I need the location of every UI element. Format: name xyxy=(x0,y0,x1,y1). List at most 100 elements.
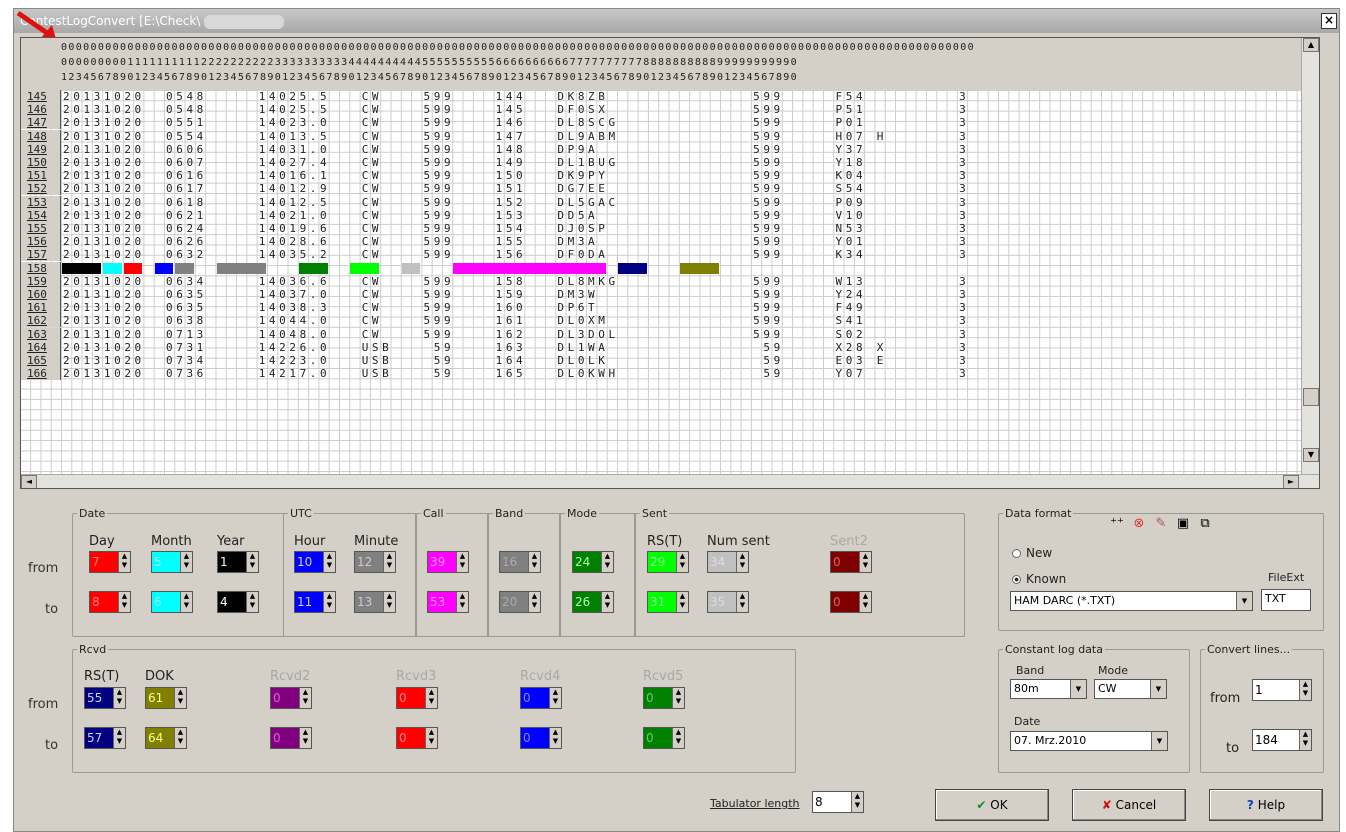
spin-arrows-icon[interactable]: ▲ ▼ xyxy=(676,592,688,612)
spin-arrows-icon[interactable]: ▲ ▼ xyxy=(672,728,684,748)
sent2-to-spinner[interactable]: 0 ▲ ▼ xyxy=(830,591,872,613)
radio-known[interactable]: Known xyxy=(1012,572,1066,586)
minute-from-spinner[interactable]: 12 ▲ ▼ xyxy=(354,551,396,573)
save-icon[interactable]: ▣ xyxy=(1174,515,1192,533)
scroll-up-icon[interactable]: ▲ xyxy=(1303,38,1319,52)
spin-arrows-icon[interactable]: ▲ ▼ xyxy=(383,552,395,572)
date-select[interactable]: 07. Mrz.2010 ▼ xyxy=(1010,731,1168,751)
rst-from-spinner[interactable]: 29 ▲ ▼ xyxy=(647,551,689,573)
table-row[interactable]: 162 20131020 0638 14044.0 CW 599 161 DL0XM 599 S4… xyxy=(21,314,1319,328)
horizontal-scrollbar[interactable]: ◄ ► xyxy=(21,474,1319,488)
spin-arrows-icon[interactable]: ▲ ▼ xyxy=(425,688,437,708)
dok-to-spinner[interactable]: 64 ▲ ▼ xyxy=(145,727,187,749)
hour-from-spinner[interactable]: 10 ▲ ▼ xyxy=(294,551,336,573)
table-row[interactable]: 159 20131020 0634 14036.6 CW 599 158 DL8MKG 599 W… xyxy=(21,274,1319,288)
spin-arrows-icon[interactable]: ▲ ▼ xyxy=(859,552,871,572)
rcvd4-from-spinner[interactable]: 0 ▲ ▼ xyxy=(520,687,562,709)
table-row[interactable]: 154 20131020 0621 14021.0 CW 599 153 DD5A 599 V10… xyxy=(21,208,1319,222)
delete-icon[interactable]: ⊗ xyxy=(1130,515,1148,533)
spin-arrows-icon[interactable]: ▲ ▼ xyxy=(174,688,186,708)
spin-arrows-icon[interactable]: ▲ ▼ xyxy=(118,552,130,572)
table-row[interactable]: 147 20131020 0551 14023.0 CW 599 146 DL8SCG 599 P… xyxy=(21,116,1319,130)
table-row[interactable]: 164 20131020 0731 14226.0 USB 59 163 DL1WA 59 X28… xyxy=(21,340,1319,354)
spin-arrows-icon[interactable]: ▲ ▼ xyxy=(180,592,192,612)
cancel-button[interactable]: ✘ Cancel xyxy=(1072,789,1186,821)
spin-arrows-icon[interactable]: ▲ ▼ xyxy=(456,592,468,612)
table-row[interactable]: 166 20131020 0736 14217.0 USB 59 165 DL0KWH 59 Y0… xyxy=(21,367,1319,381)
mode-to-spinner[interactable]: 26 ▲ ▼ xyxy=(572,591,614,613)
rrst-to-spinner[interactable]: 57 ▲ ▼ xyxy=(84,727,126,749)
spin-arrows-icon[interactable]: ▲ ▼ xyxy=(672,688,684,708)
rcvd2-from-spinner[interactable]: 0 ▲ ▼ xyxy=(270,687,312,709)
band-to-spinner[interactable]: 20 ▲ ▼ xyxy=(499,591,541,613)
close-button[interactable]: × xyxy=(1321,13,1337,29)
spin-arrows-icon[interactable]: ▲ ▼ xyxy=(180,552,192,572)
table-row[interactable]: 145 20131020 0548 14025.5 CW 599 144 DK8ZB 599 F5… xyxy=(21,90,1319,103)
table-row[interactable]: 149 20131020 0606 14031.0 CW 599 148 DP9A 599 Y37… xyxy=(21,142,1319,156)
copy-icon[interactable]: ⧉ xyxy=(1196,515,1214,533)
spin-arrows-icon[interactable]: ▲ ▼ xyxy=(859,592,871,612)
rcvd5-to-spinner[interactable]: 0 ▲ ▼ xyxy=(643,727,685,749)
rcvd2-to-spinner[interactable]: 0 ▲ ▼ xyxy=(270,727,312,749)
scroll-left-icon[interactable]: ◄ xyxy=(21,475,37,488)
add-icon[interactable]: ⁺⁺ xyxy=(1108,515,1126,533)
call-to-spinner[interactable]: 53 ▲ ▼ xyxy=(427,591,469,613)
rcvd4-to-spinner[interactable]: 0 ▲ ▼ xyxy=(520,727,562,749)
format-select[interactable]: HAM DARC (*.TXT) ▼ xyxy=(1010,591,1253,611)
scroll-down-icon[interactable]: ▼ xyxy=(1303,448,1319,462)
spin-arrows-icon[interactable]: ▲ ▼ xyxy=(383,592,395,612)
spin-arrows-icon[interactable]: ▲ ▼ xyxy=(601,592,613,612)
ok-button[interactable]: ✔ OK xyxy=(935,789,1049,821)
spin-arrows-icon[interactable]: ▲ ▼ xyxy=(425,728,437,748)
spin-arrows-icon[interactable]: ▲ ▼ xyxy=(1299,730,1311,750)
log-grid[interactable]: 0000000000000000000000000000000000000000… xyxy=(20,37,1320,489)
table-row[interactable]: 153 20131020 0618 14012.5 CW 599 152 DL5GAC 599 P… xyxy=(21,195,1319,209)
spin-arrows-icon[interactable]: ▲ ▼ xyxy=(299,688,311,708)
month-from-spinner[interactable]: 5 ▲ ▼ xyxy=(151,551,193,573)
spin-arrows-icon[interactable]: ▲ ▼ xyxy=(549,728,561,748)
mode-select[interactable]: CW ▼ xyxy=(1094,679,1167,699)
spin-arrows-icon[interactable]: ▲ ▼ xyxy=(528,592,540,612)
table-row[interactable]: 163 20131020 0713 14048.0 CW 599 162 DL3DOL 599 S… xyxy=(21,327,1319,341)
mode-from-spinner[interactable]: 24 ▲ ▼ xyxy=(572,551,614,573)
vertical-scrollbar[interactable]: ▲ ▼ xyxy=(1301,38,1319,478)
band-from-spinner[interactable]: 16 ▲ ▼ xyxy=(499,551,541,573)
table-row[interactable]: 146 20131020 0548 14025.5 CW 599 145 DF0SX 599 P5… xyxy=(21,103,1319,117)
rst-to-spinner[interactable]: 31 ▲ ▼ xyxy=(647,591,689,613)
scroll-right-icon[interactable]: ► xyxy=(1283,475,1299,488)
spin-arrows-icon[interactable]: ▲ ▼ xyxy=(299,728,311,748)
rrst-from-spinner[interactable]: 55 ▲ ▼ xyxy=(84,687,126,709)
table-row[interactable]: 150 20131020 0607 14027.4 CW 599 149 DL1BUG 599 Y… xyxy=(21,156,1319,169)
year-from-spinner[interactable]: 1 ▲ ▼ xyxy=(217,551,259,573)
table-row[interactable]: 151 20131020 0616 14016.1 CW 599 150 DK9PY 599 K0… xyxy=(21,169,1319,183)
rcvd3-from-spinner[interactable]: 0 ▲ ▼ xyxy=(396,687,438,709)
rcvd5-from-spinner[interactable]: 0 ▲ ▼ xyxy=(643,687,685,709)
table-row[interactable]: 156 20131020 0626 14028.6 CW 599 155 DM3A 599 Y01… xyxy=(21,235,1319,249)
spin-arrows-icon[interactable]: ▲ ▼ xyxy=(1299,680,1311,700)
table-row[interactable]: 165 20131020 0734 14223.0 USB 59 164 DL0LK 59 E03… xyxy=(21,354,1319,367)
help-button[interactable]: ? Help xyxy=(1209,789,1323,821)
day-to-spinner[interactable]: 8 ▲ ▼ xyxy=(89,591,131,613)
band-select[interactable]: 80m ▼ xyxy=(1010,679,1087,699)
numsent-to-spinner[interactable]: 35 ▲ ▼ xyxy=(707,591,749,613)
dok-from-spinner[interactable]: 61 ▲ ▼ xyxy=(145,687,187,709)
table-row[interactable]: 155 20131020 0624 14019.6 CW 599 154 DJ0SP 599 N5… xyxy=(21,222,1319,235)
numsent-from-spinner[interactable]: 34 ▲ ▼ xyxy=(707,551,749,573)
call-from-spinner[interactable]: 39 ▲ ▼ xyxy=(427,551,469,573)
spin-arrows-icon[interactable]: ▲ ▼ xyxy=(174,728,186,748)
scroll-thumb[interactable] xyxy=(1303,388,1319,406)
tabulator-length-spinner[interactable]: 8 ▲ ▼ xyxy=(812,791,864,813)
spin-arrows-icon[interactable]: ▲ ▼ xyxy=(736,592,748,612)
table-row[interactable]: 157 20131020 0632 14035.2 CW 599 156 DF0DA 599 K3… xyxy=(21,248,1319,262)
spin-arrows-icon[interactable]: ▲ ▼ xyxy=(676,552,688,572)
spin-arrows-icon[interactable]: ▲ ▼ xyxy=(549,688,561,708)
spin-arrows-icon[interactable]: ▲ ▼ xyxy=(113,728,125,748)
spin-arrows-icon[interactable]: ▲ ▼ xyxy=(246,592,258,612)
table-row[interactable]: 152 20131020 0617 14012.9 CW 599 151 DG7EE 599 S5… xyxy=(21,182,1319,196)
spin-arrows-icon[interactable]: ▲ ▼ xyxy=(736,552,748,572)
rcvd3-to-spinner[interactable]: 0 ▲ ▼ xyxy=(396,727,438,749)
table-row[interactable]: 160 20131020 0635 14037.0 CW 599 159 DM3W 599 Y24… xyxy=(21,288,1319,301)
table-row[interactable]: 161 20131020 0635 14038.3 CW 599 160 DP6T 599 F49… xyxy=(21,301,1319,315)
spin-arrows-icon[interactable]: ▲ ▼ xyxy=(246,552,258,572)
hour-to-spinner[interactable]: 11 ▲ ▼ xyxy=(294,591,336,613)
